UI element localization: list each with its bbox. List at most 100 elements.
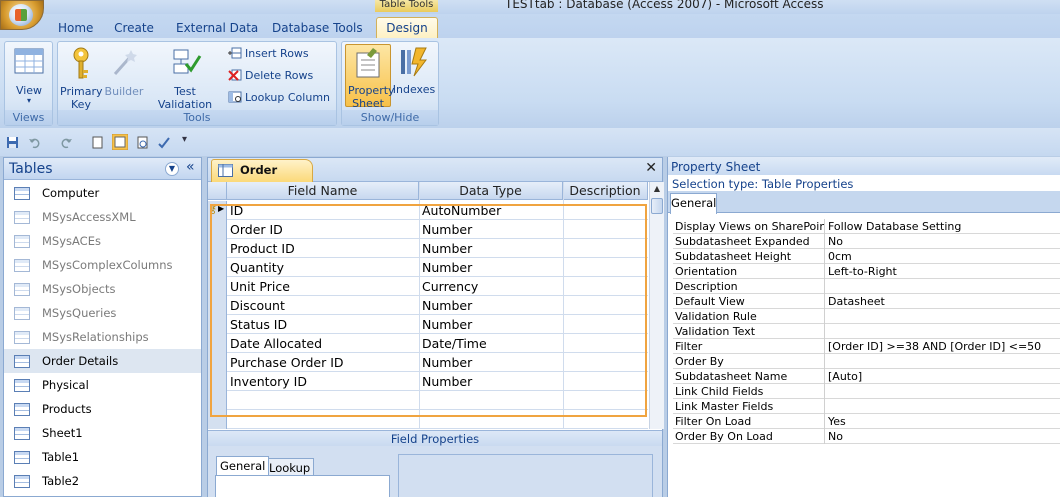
- nav-item[interactable]: MSysObjects: [4, 277, 201, 301]
- row-selector[interactable]: [208, 391, 227, 410]
- data-type-cell[interactable]: Currency: [422, 277, 564, 296]
- property-value[interactable]: 0cm: [828, 249, 1058, 264]
- field-name-cell[interactable]: Date Allocated: [230, 334, 420, 353]
- property-sheet-button[interactable]: Property Sheet: [345, 44, 395, 110]
- row-selector[interactable]: [208, 353, 227, 372]
- field-name-cell[interactable]: Quantity: [230, 258, 420, 277]
- nav-item[interactable]: Sheet1: [4, 421, 201, 445]
- nav-item[interactable]: Table2: [4, 469, 201, 493]
- field-name-cell[interactable]: Status ID: [230, 315, 420, 334]
- property-row[interactable]: Order By On Load No: [673, 429, 1060, 444]
- field-name-cell[interactable]: Order ID: [230, 220, 420, 239]
- row-selector[interactable]: [208, 410, 227, 429]
- data-type-cell[interactable]: Date/Time: [422, 334, 564, 353]
- nav-item[interactable]: MSysACEs: [4, 229, 201, 253]
- tab-home[interactable]: Home: [58, 20, 93, 40]
- table-row[interactable]: Inventory ID Number: [208, 372, 648, 391]
- tab-create[interactable]: Create: [113, 20, 155, 40]
- tab-design[interactable]: Design: [376, 17, 438, 40]
- customize-qat-icon[interactable]: ▾: [182, 134, 195, 147]
- field-name-cell[interactable]: Inventory ID: [230, 372, 420, 391]
- nav-item[interactable]: MSysRelationships: [4, 325, 201, 349]
- table-row[interactable]: Unit Price Currency: [208, 277, 648, 296]
- row-selector[interactable]: [208, 296, 227, 315]
- data-type-cell[interactable]: Number: [422, 315, 564, 334]
- property-row[interactable]: Default View Datasheet: [673, 294, 1060, 309]
- row-selector[interactable]: [208, 239, 227, 258]
- ps-tab-general[interactable]: General: [670, 193, 717, 214]
- save-icon[interactable]: [6, 136, 19, 149]
- data-type-cell[interactable]: Number: [422, 239, 564, 258]
- data-type-cell[interactable]: Number: [422, 372, 564, 391]
- fp-tab-general[interactable]: General: [216, 456, 270, 475]
- row-selector[interactable]: [208, 258, 227, 277]
- nav-menu-chevron-icon[interactable]: ▼: [165, 162, 179, 176]
- property-row[interactable]: Validation Rule: [673, 309, 1060, 324]
- property-value[interactable]: Datasheet: [828, 294, 1058, 309]
- table-row[interactable]: Discount Number: [208, 296, 648, 315]
- table-row[interactable]: Quantity Number: [208, 258, 648, 277]
- nav-item[interactable]: Products: [4, 397, 201, 421]
- nav-item[interactable]: MSysQueries: [4, 301, 201, 325]
- scroll-up-icon[interactable]: ▲: [651, 184, 663, 196]
- table-row[interactable]: [208, 410, 648, 429]
- field-name-cell[interactable]: Unit Price: [230, 277, 420, 296]
- tab-external-data[interactable]: External Data: [176, 20, 258, 40]
- undo-icon[interactable]: [28, 136, 41, 149]
- data-type-cell[interactable]: Number: [422, 353, 564, 372]
- property-value[interactable]: No: [828, 234, 1058, 249]
- nav-item[interactable]: MSysAccessXML: [4, 205, 201, 229]
- scroll-thumb[interactable]: [651, 198, 663, 214]
- property-value[interactable]: Left-to-Right: [828, 264, 1058, 279]
- property-sheet-qat-icon[interactable]: [112, 134, 128, 150]
- property-row[interactable]: Subdatasheet Height 0cm: [673, 249, 1060, 264]
- builder-button[interactable]: Builder: [102, 46, 146, 98]
- vertical-scrollbar[interactable]: ▲: [649, 182, 664, 429]
- insert-rows-button[interactable]: Insert Rows: [228, 46, 309, 62]
- table-row[interactable]: [208, 391, 648, 410]
- row-selector[interactable]: [208, 372, 227, 391]
- property-value[interactable]: Yes: [828, 414, 1058, 429]
- property-row[interactable]: Filter [Order ID] >=38 AND [Order ID] <=5…: [673, 339, 1060, 354]
- property-row[interactable]: Validation Text: [673, 324, 1060, 339]
- row-selector[interactable]: [208, 334, 227, 353]
- property-value[interactable]: [Auto]: [828, 369, 1058, 384]
- field-name-cell[interactable]: Purchase Order ID: [230, 353, 420, 372]
- redo-icon[interactable]: [60, 136, 73, 149]
- primary-key-button[interactable]: Primary Key: [60, 46, 103, 111]
- nav-item[interactable]: Order Details: [4, 349, 201, 373]
- field-name-cell[interactable]: Product ID: [230, 239, 420, 258]
- new-document-icon[interactable]: [91, 136, 104, 149]
- property-value[interactable]: [Order ID] >=38 AND [Order ID] <=50: [828, 339, 1058, 354]
- document-tab-order-details[interactable]: Order Details: [211, 159, 313, 198]
- print-preview-icon[interactable]: [136, 136, 149, 149]
- nav-item[interactable]: Table1: [4, 445, 201, 469]
- lookup-column-button[interactable]: Lookup Column: [228, 90, 330, 106]
- row-selector[interactable]: [208, 220, 227, 239]
- delete-rows-button[interactable]: Delete Rows: [228, 68, 313, 84]
- table-row[interactable]: Product ID Number: [208, 239, 648, 258]
- table-row[interactable]: Order ID Number: [208, 220, 648, 239]
- shutter-bar-close-icon[interactable]: «: [186, 159, 195, 175]
- tab-database-tools[interactable]: Database Tools: [272, 20, 363, 40]
- data-type-cell[interactable]: Number: [422, 296, 564, 315]
- property-row[interactable]: Order By: [673, 354, 1060, 369]
- data-type-cell[interactable]: AutoNumber: [422, 201, 564, 220]
- nav-item[interactable]: Computer: [4, 181, 201, 205]
- property-value[interactable]: Follow Database Setting: [828, 219, 1058, 234]
- data-type-cell[interactable]: Number: [422, 220, 564, 239]
- view-button[interactable]: View ▾: [9, 46, 49, 105]
- property-row[interactable]: Link Master Fields: [673, 399, 1060, 414]
- nav-item[interactable]: MSysComplexColumns: [4, 253, 201, 277]
- table-row[interactable]: Date Allocated Date/Time: [208, 334, 648, 353]
- property-row[interactable]: Filter On Load Yes: [673, 414, 1060, 429]
- property-row[interactable]: Orientation Left-to-Right: [673, 264, 1060, 279]
- table-row[interactable]: ⚷ ▶ ID AutoNumber: [208, 201, 648, 220]
- row-selector[interactable]: [208, 277, 227, 296]
- property-row[interactable]: Link Child Fields: [673, 384, 1060, 399]
- row-selector[interactable]: ⚷ ▶: [208, 201, 227, 220]
- spelling-check-icon[interactable]: [157, 136, 170, 149]
- table-row[interactable]: Status ID Number: [208, 315, 648, 334]
- property-row[interactable]: Description: [673, 279, 1060, 294]
- data-type-cell[interactable]: Number: [422, 258, 564, 277]
